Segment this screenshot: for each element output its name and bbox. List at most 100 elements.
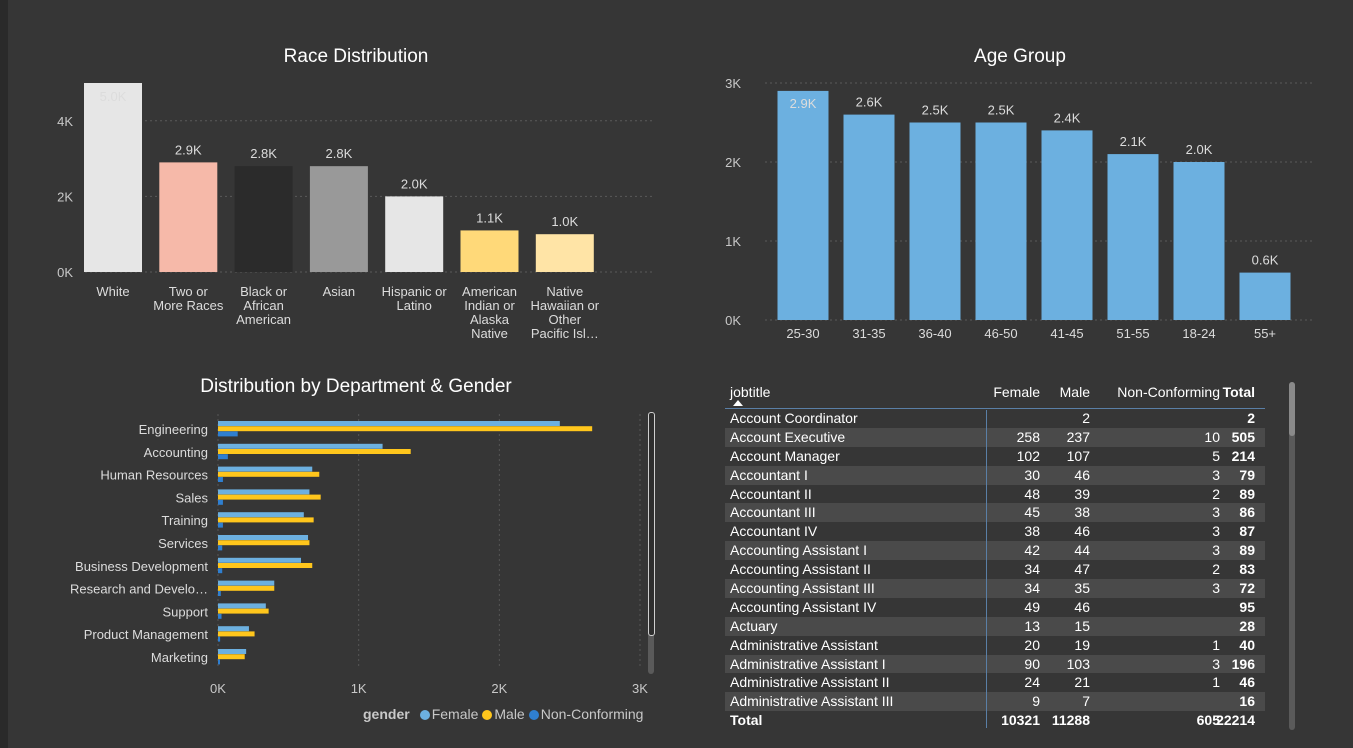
bar[interactable]: [909, 122, 961, 321]
bar[interactable]: [218, 626, 249, 632]
bar[interactable]: [218, 540, 310, 546]
bar[interactable]: [975, 122, 1027, 321]
table-row[interactable]: Accountant IV 38 46 3 87: [725, 522, 1265, 541]
bar[interactable]: [218, 517, 314, 523]
bar[interactable]: [218, 494, 321, 500]
bar[interactable]: [84, 83, 142, 272]
table-row[interactable]: Accounting Assistant IV 49 46 95: [725, 598, 1265, 617]
bar[interactable]: [218, 580, 275, 586]
x-tick-label: Asian: [323, 284, 356, 299]
legend-female[interactable]: Female: [432, 706, 479, 722]
bar[interactable]: [218, 631, 255, 637]
table-row[interactable]: Accounting Assistant II 34 47 2 83: [725, 560, 1265, 579]
bar[interactable]: [218, 499, 223, 505]
table-row[interactable]: Account Coordinator 2 2: [725, 409, 1265, 428]
table-row[interactable]: Actuary 13 15 28: [725, 616, 1265, 636]
table-row[interactable]: Administrative Assistant 20 19 1 40: [725, 636, 1265, 655]
total-cell-male: 11288: [1051, 712, 1090, 729]
bar[interactable]: [1107, 154, 1159, 320]
bar[interactable]: [218, 649, 247, 654]
header-total[interactable]: Total: [1223, 384, 1255, 400]
table-row[interactable]: Accountant II 48 39 2 89: [725, 485, 1265, 504]
bar[interactable]: [218, 545, 223, 551]
bar[interactable]: [1041, 130, 1093, 320]
cell-female: 34: [1024, 580, 1040, 597]
bar[interactable]: [218, 522, 223, 528]
header-male[interactable]: Male: [1060, 384, 1090, 400]
department-gender-chart[interactable]: 0K 1K 2K 3K Engineering Accounting Human Resou…: [40, 410, 660, 700]
table-row[interactable]: Accounting Assistant I 42 44 3 89: [725, 541, 1265, 561]
cell-male: 21: [1074, 674, 1090, 691]
bar[interactable]: [218, 608, 269, 614]
legend-male[interactable]: Male: [494, 706, 524, 722]
bar[interactable]: [218, 654, 245, 660]
y-tick-label: Sales: [175, 490, 208, 505]
bar[interactable]: [218, 421, 560, 426]
data-label: 1.0K: [551, 214, 578, 229]
jobtitle-gender-table[interactable]: jobtitle Female Male Non-Conforming Tota…: [725, 378, 1265, 730]
cell-male: 46: [1074, 466, 1090, 483]
bar[interactable]: [218, 591, 221, 596]
table-row[interactable]: Accountant III 45 38 3 86: [725, 503, 1265, 523]
bar[interactable]: [385, 196, 444, 272]
bar[interactable]: [218, 454, 228, 460]
bar[interactable]: [218, 535, 309, 540]
header-female[interactable]: Female: [993, 384, 1040, 400]
bar[interactable]: [218, 449, 411, 454]
cell-nonconforming: 3: [1212, 655, 1220, 672]
table-row[interactable]: Accountant I 30 46 3 79: [725, 465, 1265, 485]
x-tick-label: Hawaiian or: [530, 298, 599, 313]
age-group-chart[interactable]: 0K 1K 2K 3K 2.9K 25-30 2.6K 31-35 2.5K 36-40 2.5K 4…: [700, 70, 1330, 350]
table-scroll-thumb[interactable]: [1289, 382, 1295, 436]
bar[interactable]: [1239, 272, 1291, 320]
bar[interactable]: [159, 162, 218, 272]
table-row[interactable]: Account Manager 102 107 5 214: [725, 447, 1265, 466]
bar[interactable]: [218, 477, 223, 482]
table-row[interactable]: Administrative Assistant II 24 21 1 46: [725, 673, 1265, 692]
cell-jobtitle: Administrative Assistant II: [730, 674, 890, 691]
header-jobtitle[interactable]: jobtitle: [730, 384, 770, 400]
cell-total: 86: [1239, 504, 1255, 521]
x-tick-label: Latino: [396, 298, 431, 313]
bar[interactable]: [218, 585, 275, 591]
cell-total: 79: [1239, 466, 1255, 483]
bar[interactable]: [218, 613, 222, 619]
bar[interactable]: [218, 636, 221, 642]
table-row[interactable]: Accounting Assistant III 34 35 3 72: [725, 579, 1265, 598]
cell-male: 2: [1082, 410, 1090, 426]
bar[interactable]: [218, 443, 383, 449]
data-label: 2.6K: [856, 95, 883, 110]
y-tick-label: Research and Develo…: [70, 582, 208, 597]
bar[interactable]: [234, 166, 293, 272]
bar[interactable]: [309, 166, 368, 272]
bar[interactable]: [218, 431, 238, 437]
bar[interactable]: [218, 659, 220, 665]
sort-ascending-icon[interactable]: [733, 400, 743, 406]
bar[interactable]: [218, 489, 310, 495]
y-tick-label: 0K: [725, 313, 741, 328]
total-cell-jobtitle: Total: [730, 712, 763, 729]
bar[interactable]: [218, 557, 301, 563]
bar[interactable]: [218, 512, 304, 518]
bar[interactable]: [535, 234, 594, 272]
dept-chart-scroll-thumb[interactable]: [648, 412, 655, 636]
bar[interactable]: [218, 466, 313, 472]
bar[interactable]: [777, 90, 829, 321]
data-label: 2.0K: [401, 176, 428, 191]
bar[interactable]: [218, 568, 223, 574]
race-distribution-chart[interactable]: 0K 2K 4K 5.0K White 2.9K Two orMore Races 2.8K B…: [40, 70, 670, 350]
bar[interactable]: [218, 603, 266, 609]
bar[interactable]: [218, 426, 593, 432]
bar[interactable]: [843, 114, 895, 320]
data-label: 2.9K: [790, 96, 817, 111]
header-nonconforming[interactable]: Non-Conforming: [1117, 384, 1220, 400]
table-row[interactable]: Account Executive 258 237 10 505: [725, 427, 1265, 447]
bar[interactable]: [1173, 162, 1225, 320]
table-row[interactable]: Administrative Assistant III 9 7 16: [725, 692, 1265, 712]
legend-nonconforming[interactable]: Non-Conforming: [541, 706, 644, 722]
bar[interactable]: [218, 471, 320, 477]
bar[interactable]: [218, 563, 313, 568]
cell-jobtitle: Accounting Assistant III: [730, 580, 875, 597]
table-row[interactable]: Administrative Assistant I 90 103 3 196: [725, 654, 1265, 674]
bar[interactable]: [460, 230, 519, 272]
